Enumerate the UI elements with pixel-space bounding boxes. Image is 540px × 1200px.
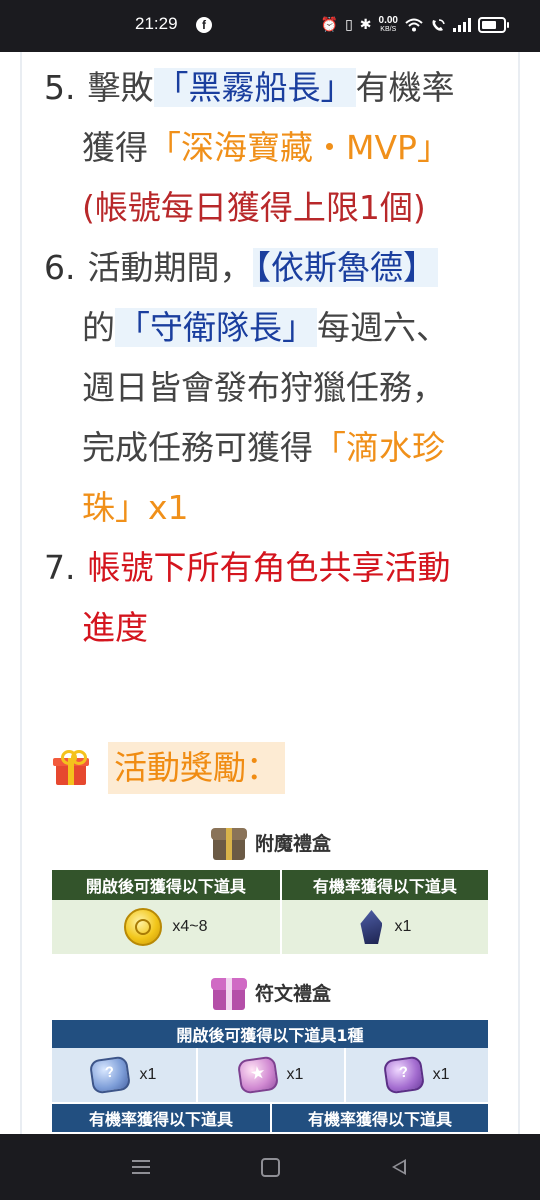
- rune-box-card[interactable]: 符文禮盒 開啟後可獲得以下道具1種 ? x1 ★ x1 ? x1 有機率獲得以下…: [52, 964, 488, 1132]
- list-item-6-line-3: 週日皆會發布狩獵任務，: [82, 366, 445, 410]
- blue-rune-stone-icon: ?: [89, 1055, 132, 1095]
- item-text: 的: [82, 308, 115, 347]
- highlight-text: 【依斯魯德】: [252, 248, 438, 287]
- red-text: 進度: [82, 608, 148, 647]
- list-item-5-line-3: (帳號每日獲得上限1個): [82, 186, 426, 230]
- item-quantity: x1: [432, 1066, 450, 1083]
- bluetooth-icon: ✱: [359, 17, 372, 33]
- rune-chest-icon: [209, 972, 249, 1012]
- rune-box-table: 開啟後可獲得以下道具1種 ? x1 ★ x1 ? x1: [52, 1020, 488, 1102]
- orange-text: 珠」x1: [82, 488, 189, 527]
- article-content[interactable]: 5. 擊敗「黑霧船長」有機率 獲得「深海寶藏・MVP」 (帳號每日獲得上限1個) …: [0, 52, 540, 1134]
- column-header: 有機率獲得以下道具: [279, 870, 488, 900]
- navigation-bar: [0, 1134, 540, 1200]
- enchant-chest-icon: [209, 822, 249, 862]
- item-quantity: x1: [286, 1066, 304, 1083]
- status-bar: 21:29 f ⏰ ▯ ✱ 0.00 KB/S: [0, 0, 540, 52]
- wifi-icon: [405, 18, 423, 32]
- reward-cell: x4~8: [52, 900, 280, 954]
- item-text: 活動期間，: [87, 248, 253, 287]
- gift-icon: [52, 749, 90, 787]
- list-item-6-line-5: 珠」x1: [82, 486, 189, 530]
- item-quantity: x1: [139, 1066, 157, 1083]
- purple-rune-stone-icon: ?: [382, 1055, 425, 1095]
- back-icon[interactable]: [384, 1152, 414, 1182]
- rewards-title: 活動獎勵：: [108, 742, 285, 794]
- item-quantity: x1: [394, 918, 412, 935]
- column-header: 有機率獲得以下道具: [270, 1104, 488, 1132]
- list-item-7-line-1: 7. 帳號下所有角色共享活動: [44, 546, 451, 590]
- alarm-icon: ⏰: [320, 17, 339, 33]
- facebook-icon: f: [196, 17, 212, 33]
- highlight-text: 「黑霧船長」: [153, 68, 356, 107]
- item-text: 週日皆會發布狩獵任務，: [82, 368, 445, 407]
- list-item-6-line-1: 6. 活動期間，【依斯魯德】: [44, 246, 438, 290]
- red-text: 帳號下所有角色共享活動: [87, 548, 451, 587]
- reward-cell: ★ x1: [195, 1048, 345, 1102]
- status-icons: ⏰ ▯ ✱ 0.00 KB/S: [320, 12, 509, 38]
- battery-icon: [478, 17, 509, 33]
- vibrate-icon: ▯: [345, 17, 353, 33]
- home-icon[interactable]: [255, 1152, 285, 1182]
- rune-box-name: 符文禮盒: [254, 982, 331, 1005]
- list-number: 7.: [44, 548, 76, 587]
- list-item-7-line-2: 進度: [82, 606, 148, 650]
- enchant-box-name: 附魔禮盒: [254, 832, 331, 855]
- list-item-5-line-2: 獲得「深海寶藏・MVP」: [82, 126, 450, 170]
- pink-rune-stone-icon: ★: [236, 1055, 279, 1095]
- column-header: 開啟後可獲得以下道具1種: [52, 1020, 488, 1048]
- dark-crystal-icon: [358, 910, 384, 944]
- list-item-5-line-1: 5. 擊敗「黑霧船長」有機率: [44, 66, 455, 110]
- enchant-box-table: 開啟後可獲得以下道具 有機率獲得以下道具 x4~8 x1: [52, 870, 488, 954]
- net-speed-unit: KB/S: [380, 26, 397, 33]
- highlight-text: 「守衛隊長」: [115, 308, 317, 347]
- list-number: 5.: [44, 68, 76, 107]
- item-text: 完成任務可獲得: [82, 428, 313, 467]
- orange-text: 「深海寶藏・MVP」: [148, 128, 450, 167]
- status-time: 21:29: [135, 14, 178, 33]
- item-quantity: x4~8: [172, 918, 208, 935]
- reward-cell: ? x1: [52, 1048, 196, 1102]
- item-text: 擊敗: [87, 68, 154, 107]
- orange-text: 「滴水珍: [313, 428, 445, 467]
- net-speed-value: 0.00: [378, 15, 398, 26]
- gold-coin-icon: [124, 908, 163, 946]
- column-header: 開啟後可獲得以下道具: [52, 870, 280, 900]
- recent-apps-icon[interactable]: [126, 1152, 156, 1182]
- rewards-heading: 活動獎勵：: [52, 742, 285, 794]
- content-frame-left: [20, 52, 22, 1134]
- rune-box-header: 符文禮盒: [52, 964, 488, 1020]
- enchant-box-header: 附魔禮盒: [52, 814, 488, 870]
- item-text: 獲得: [82, 128, 148, 167]
- list-item-6-line-2: 的「守衛隊長」每週六、: [82, 306, 449, 350]
- list-item-6-line-4: 完成任務可獲得「滴水珍: [82, 426, 445, 470]
- item-text: 有機率: [355, 68, 455, 107]
- reward-cell: ? x1: [344, 1048, 488, 1102]
- item-text: 每週六、: [317, 308, 449, 347]
- wifi-calling-icon: [432, 19, 445, 31]
- rune-box-chance-table: 有機率獲得以下道具 有機率獲得以下道具: [52, 1104, 488, 1132]
- column-header: 有機率獲得以下道具: [52, 1104, 270, 1132]
- red-text: (帳號每日獲得上限1個): [82, 188, 426, 227]
- net-speed: 0.00 KB/S: [379, 16, 398, 34]
- content-frame-right: [518, 52, 520, 1134]
- signal-icon: [453, 18, 471, 32]
- list-number: 6.: [44, 248, 76, 287]
- reward-cell: x1: [279, 900, 488, 954]
- enchant-box-card[interactable]: 附魔禮盒 開啟後可獲得以下道具 有機率獲得以下道具 x4~8 x1: [52, 814, 488, 954]
